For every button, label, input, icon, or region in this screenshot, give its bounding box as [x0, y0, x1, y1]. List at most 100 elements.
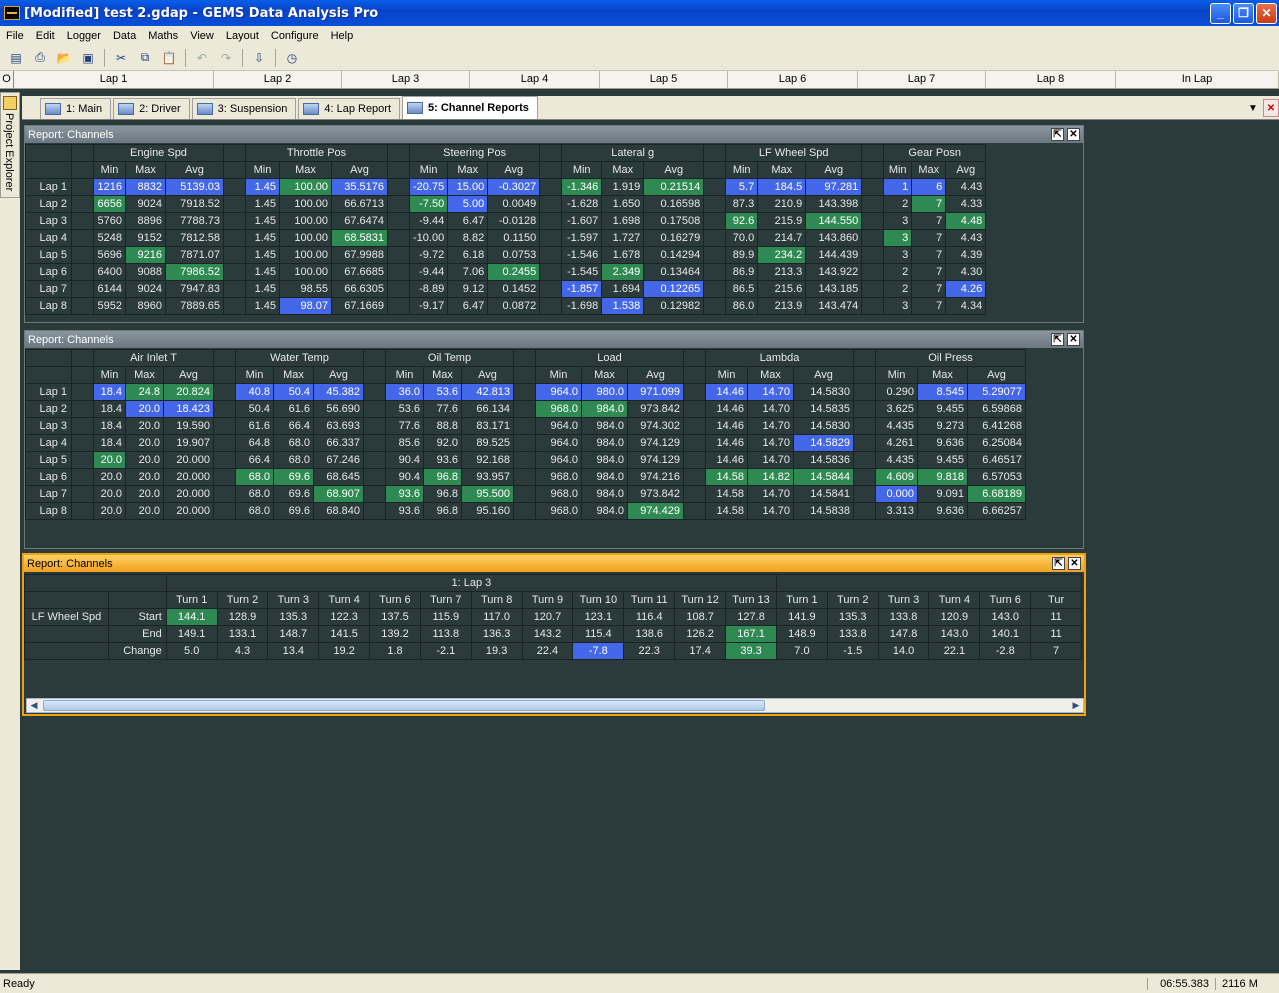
close-tab-icon[interactable]: ✕: [1263, 99, 1279, 117]
value-cell: -1.5: [826, 642, 879, 660]
lap-button[interactable]: Lap 3: [342, 71, 470, 88]
gap-cell: [223, 144, 246, 162]
tab-channel-reports[interactable]: 5: Channel Reports: [402, 96, 538, 119]
save-icon[interactable]: ▣: [78, 48, 98, 68]
report-panel[interactable]: Report: Channels ⇱ ✕ Air Inlet T Water Te…: [24, 330, 1084, 549]
value-cell: 215.9: [757, 212, 807, 230]
menu-file[interactable]: File: [0, 30, 30, 42]
lap-button[interactable]: Lap 4: [470, 71, 600, 88]
value-cell: 20.0: [125, 451, 164, 469]
tab-list-dropdown-icon[interactable]: ▼: [1245, 99, 1261, 117]
lap-button[interactable]: Lap 5: [600, 71, 728, 88]
horizontal-scrollbar[interactable]: ◀ ▶: [26, 698, 1084, 713]
menu-edit[interactable]: Edit: [30, 30, 61, 42]
value-cell: 20.000: [163, 485, 214, 503]
row-label: Lap 4: [25, 229, 72, 247]
print-icon[interactable]: ⎙: [30, 48, 50, 68]
value-cell: 968.0: [535, 400, 582, 418]
lap-button[interactable]: In Lap: [1116, 71, 1279, 88]
value-cell: 14.82: [747, 468, 794, 486]
value-cell: 66.337: [313, 434, 364, 452]
scroll-left-icon[interactable]: ◀: [27, 699, 41, 712]
close-button[interactable]: ✕: [1256, 2, 1277, 24]
menu-view[interactable]: View: [184, 30, 220, 42]
value-cell: 69.6: [273, 502, 314, 520]
gap-cell: [71, 451, 94, 469]
value-cell: 90.4: [385, 468, 424, 486]
lap-button[interactable]: Lap 8: [986, 71, 1116, 88]
project-explorer-tab[interactable]: Project Explorer: [0, 92, 20, 198]
lap-button[interactable]: Lap 1: [14, 71, 214, 88]
cut-icon[interactable]: ✂: [111, 48, 131, 68]
gap-cell: [683, 468, 706, 486]
clock-icon[interactable]: ◷: [282, 48, 302, 68]
minimize-button[interactable]: _: [1210, 2, 1231, 24]
menu-logger[interactable]: Logger: [61, 30, 107, 42]
gap-cell: [513, 383, 536, 401]
channel-header: Steering Pos: [408, 144, 541, 162]
value-cell: 4.39: [945, 246, 987, 264]
menu-data[interactable]: Data: [107, 30, 142, 42]
value-cell: 67.9988: [331, 246, 388, 264]
value-cell: 2: [883, 263, 913, 281]
value-cell: 0.0872: [487, 297, 541, 315]
value-cell: 93.6: [385, 485, 424, 503]
gap-cell: [223, 229, 246, 247]
scroll-thumb[interactable]: [43, 700, 765, 711]
value-cell: 2: [883, 280, 913, 298]
stat-header: Max: [125, 366, 164, 384]
download-icon[interactable]: ⇩: [249, 48, 269, 68]
popout-icon[interactable]: ⇱: [1052, 557, 1065, 570]
stat-header: Max: [581, 366, 628, 384]
tab-main[interactable]: 1: Main: [40, 98, 112, 119]
menu-layout[interactable]: Layout: [220, 30, 265, 42]
menu-maths[interactable]: Maths: [142, 30, 184, 42]
value-cell: 143.0: [979, 608, 1032, 626]
value-cell: 24.8: [125, 383, 164, 401]
tab-driver[interactable]: 2: Driver: [113, 98, 190, 119]
value-cell: -9.72: [408, 246, 449, 264]
gap-cell: [223, 212, 246, 230]
value-cell: 0.0049: [487, 195, 541, 213]
gap-cell: [853, 417, 876, 435]
close-report-icon[interactable]: ✕: [1068, 557, 1081, 570]
row-label: Lap 7: [25, 485, 72, 503]
value-cell: 42.813: [461, 383, 514, 401]
value-cell: 19.3: [470, 642, 523, 660]
close-report-icon[interactable]: ✕: [1067, 128, 1080, 141]
value-cell: 1.45: [245, 178, 280, 196]
lap-button[interactable]: Lap 6: [728, 71, 858, 88]
gap-cell: [513, 502, 536, 520]
lap-button[interactable]: Lap 2: [214, 71, 342, 88]
maximize-button[interactable]: ❐: [1233, 2, 1254, 24]
redo-icon[interactable]: ↷: [216, 48, 236, 68]
report-panel[interactable]: Report: Channels ⇱ ✕ Engine Spd Throttle …: [24, 125, 1084, 323]
undo-icon[interactable]: ↶: [192, 48, 212, 68]
value-cell: 120.7: [521, 608, 574, 626]
value-cell: 69.6: [273, 485, 314, 503]
menu-configure[interactable]: Configure: [265, 30, 325, 42]
tab-lap-report[interactable]: 4: Lap Report: [298, 98, 401, 119]
table-row: Lap 6 6400 9088 7986.52 1.45 100.00 67.6685 -9.…: [25, 263, 987, 281]
popout-icon[interactable]: ⇱: [1051, 128, 1064, 141]
value-cell: -1.698: [561, 297, 603, 315]
tab-suspension[interactable]: 3: Suspension: [191, 98, 297, 119]
lap-origin[interactable]: O: [0, 71, 14, 88]
value-cell: 135.3: [267, 608, 320, 626]
menu-help[interactable]: Help: [325, 30, 360, 42]
lap-button[interactable]: Lap 7: [858, 71, 986, 88]
popout-icon[interactable]: ⇱: [1051, 333, 1064, 346]
copy-icon[interactable]: ⧉: [135, 48, 155, 68]
new-project-icon[interactable]: ▤: [6, 48, 26, 68]
report-panel[interactable]: Report: Channels ⇱ ✕ 1: Lap 3 Turn 1 Turn …: [22, 553, 1086, 716]
value-cell: 7871.07: [165, 246, 224, 264]
value-cell: 980.0: [581, 383, 628, 401]
value-cell: 0.16598: [643, 195, 705, 213]
close-report-icon[interactable]: ✕: [1067, 333, 1080, 346]
paste-icon[interactable]: 📋: [159, 48, 179, 68]
value-cell: 973.842: [627, 400, 684, 418]
channel-label: LF Wheel Spd: [24, 608, 109, 626]
scroll-right-icon[interactable]: ▶: [1069, 699, 1083, 712]
open-folder-icon[interactable]: 📂: [54, 48, 74, 68]
gap-cell: [213, 434, 236, 452]
